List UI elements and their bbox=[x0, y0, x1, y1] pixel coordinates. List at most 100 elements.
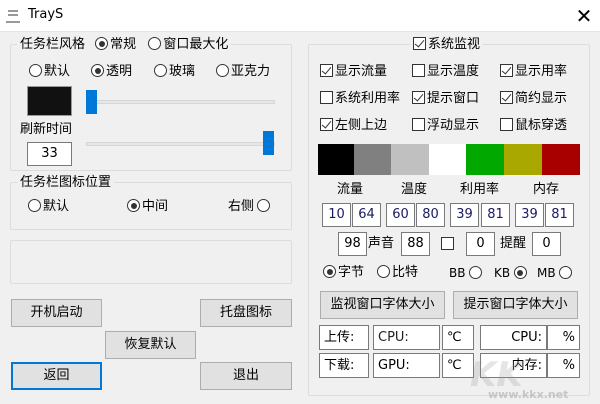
header-usage: 利用率 bbox=[460, 182, 500, 197]
refresh-label: 刷新时间 bbox=[20, 122, 73, 137]
checkbox-label: 左侧上边 bbox=[335, 118, 388, 133]
monitor-checkbox-5[interactable]: 简约显示 bbox=[500, 90, 567, 108]
radio-bits[interactable]: 比特 bbox=[377, 264, 418, 282]
radio-icon[interactable] bbox=[323, 265, 336, 278]
radio-label: 默认 bbox=[43, 199, 70, 214]
color-swatch-0[interactable] bbox=[318, 144, 354, 175]
exit-button[interactable]: 退出 bbox=[200, 362, 292, 390]
remind-right-input[interactable]: 0 bbox=[532, 232, 561, 256]
startup-button[interactable]: 开机启动 bbox=[11, 299, 102, 327]
checkbox-icon[interactable] bbox=[500, 64, 513, 77]
checkbox-icon[interactable] bbox=[320, 91, 333, 104]
radio-kb[interactable]: KB bbox=[494, 264, 529, 282]
alpha-slider-thumb[interactable] bbox=[86, 90, 97, 114]
sound-left-input[interactable]: 98 bbox=[338, 232, 367, 256]
tip-font-size-button[interactable]: 提示窗口字体大小 bbox=[453, 291, 578, 319]
color-swatch-1[interactable] bbox=[354, 144, 391, 175]
checkbox-label: 浮动显示 bbox=[427, 118, 480, 133]
checkbox-label: 鼠标穿透 bbox=[515, 118, 568, 133]
checkbox-icon[interactable] bbox=[412, 91, 425, 104]
color-swatch-5[interactable] bbox=[504, 144, 542, 175]
refresh-slider-thumb[interactable] bbox=[263, 131, 274, 155]
download-label: 下载: bbox=[319, 353, 369, 378]
radio-style-default[interactable]: 默认 bbox=[29, 63, 70, 81]
threshold-input-7[interactable]: 81 bbox=[545, 203, 574, 227]
radio-icon[interactable] bbox=[377, 265, 390, 278]
back-button[interactable]: 返回 bbox=[11, 362, 102, 390]
radio-icon[interactable] bbox=[91, 64, 104, 77]
radio-pos-right[interactable]: 右侧 bbox=[228, 198, 272, 216]
taskbar-style-legend: 任务栏风格 常规 窗口最大化 bbox=[17, 36, 232, 54]
checkbox-icon[interactable] bbox=[500, 91, 513, 104]
taskbar-color-swatch[interactable] bbox=[27, 86, 72, 116]
remind-checkbox[interactable] bbox=[441, 237, 454, 250]
icon-position-legend: 任务栏图标位置 bbox=[17, 174, 115, 192]
radio-icon[interactable] bbox=[29, 64, 42, 77]
checkbox-icon[interactable] bbox=[413, 37, 426, 50]
monitor-font-size-button[interactable]: 监视窗口字体大小 bbox=[320, 291, 445, 319]
monitor-checkbox-6[interactable]: 左侧上边 bbox=[320, 117, 387, 135]
monitor-checkbox-2[interactable]: 显示用率 bbox=[500, 63, 567, 81]
color-swatch-2[interactable] bbox=[391, 144, 429, 175]
monitor-checkbox-7[interactable]: 浮动显示 bbox=[412, 117, 479, 135]
radio-label: MB bbox=[537, 266, 556, 280]
checkbox-icon[interactable] bbox=[500, 118, 513, 131]
radio-normal[interactable]: 常规 bbox=[95, 37, 136, 52]
threshold-input-4[interactable]: 39 bbox=[450, 203, 479, 227]
color-swatch-3[interactable] bbox=[429, 144, 466, 175]
monitor-checkbox-4[interactable]: 提示窗口 bbox=[412, 90, 479, 108]
radio-icon[interactable] bbox=[257, 199, 271, 212]
threshold-input-3[interactable]: 80 bbox=[416, 203, 445, 227]
radio-style-acrylic[interactable]: 亚克力 bbox=[216, 63, 270, 81]
checkbox-label: 系统利用率 bbox=[335, 91, 401, 106]
monitor-checkbox-8[interactable]: 鼠标穿透 bbox=[500, 117, 567, 135]
system-monitor-checkbox[interactable]: 系统监视 bbox=[410, 36, 484, 54]
radio-label: KB bbox=[494, 266, 511, 280]
threshold-input-5[interactable]: 81 bbox=[481, 203, 510, 227]
radio-icon[interactable] bbox=[513, 266, 527, 279]
radio-bb[interactable]: BB bbox=[449, 264, 484, 282]
radio-maximized[interactable]: 窗口最大化 bbox=[148, 37, 228, 52]
threshold-input-0[interactable]: 10 bbox=[322, 203, 351, 227]
threshold-input-6[interactable]: 39 bbox=[515, 203, 544, 227]
checkbox-icon[interactable] bbox=[412, 118, 425, 131]
monitor-checkbox-1[interactable]: 显示温度 bbox=[412, 63, 479, 81]
monitor-checkbox-3[interactable]: 系统利用率 bbox=[320, 90, 400, 108]
alpha-slider-track[interactable] bbox=[86, 100, 275, 104]
radio-icon[interactable] bbox=[127, 199, 140, 212]
sound-label: 声音 bbox=[368, 236, 395, 251]
restore-defaults-button[interactable]: 恢复默认 bbox=[105, 331, 196, 359]
color-swatch-4[interactable] bbox=[466, 144, 504, 175]
radio-icon[interactable] bbox=[216, 64, 229, 77]
monitor-checkbox-0[interactable]: 显示流量 bbox=[320, 63, 387, 81]
checkbox-icon[interactable] bbox=[320, 118, 333, 131]
radio-bytes[interactable]: 字节 bbox=[323, 264, 364, 282]
remind-label: 提醒 bbox=[500, 236, 527, 251]
radio-style-glass[interactable]: 玻璃 bbox=[154, 63, 195, 81]
radio-pos-default[interactable]: 默认 bbox=[28, 198, 69, 216]
checkbox-icon[interactable] bbox=[412, 64, 425, 77]
radio-icon[interactable] bbox=[148, 37, 162, 50]
radio-mb[interactable]: MB bbox=[537, 264, 574, 282]
checkbox-label: 显示温度 bbox=[427, 64, 480, 79]
radio-icon[interactable] bbox=[154, 64, 167, 77]
remind-left-input[interactable]: 0 bbox=[466, 232, 495, 256]
threshold-input-1[interactable]: 64 bbox=[352, 203, 381, 227]
sound-right-input[interactable]: 88 bbox=[401, 232, 430, 256]
refresh-input[interactable]: 33 bbox=[27, 142, 72, 166]
close-button[interactable]: ✕ bbox=[572, 4, 596, 28]
threshold-input-2[interactable]: 60 bbox=[386, 203, 415, 227]
checkbox-label: 系统监视 bbox=[428, 37, 481, 52]
refresh-slider-track[interactable] bbox=[86, 142, 275, 146]
radio-icon[interactable] bbox=[28, 199, 41, 212]
radio-icon[interactable] bbox=[95, 37, 109, 50]
checkbox-icon[interactable] bbox=[320, 64, 333, 77]
tray-icon-button[interactable]: 托盘图标 bbox=[200, 299, 292, 327]
checkbox-label: 简约显示 bbox=[515, 91, 568, 106]
radio-icon[interactable] bbox=[559, 266, 573, 279]
radio-pos-center[interactable]: 中间 bbox=[127, 198, 168, 216]
color-swatch-6[interactable] bbox=[542, 144, 580, 175]
radio-style-transparent[interactable]: 透明 bbox=[91, 63, 132, 81]
checkbox-label: 提示窗口 bbox=[427, 91, 480, 106]
radio-icon[interactable] bbox=[469, 266, 483, 279]
